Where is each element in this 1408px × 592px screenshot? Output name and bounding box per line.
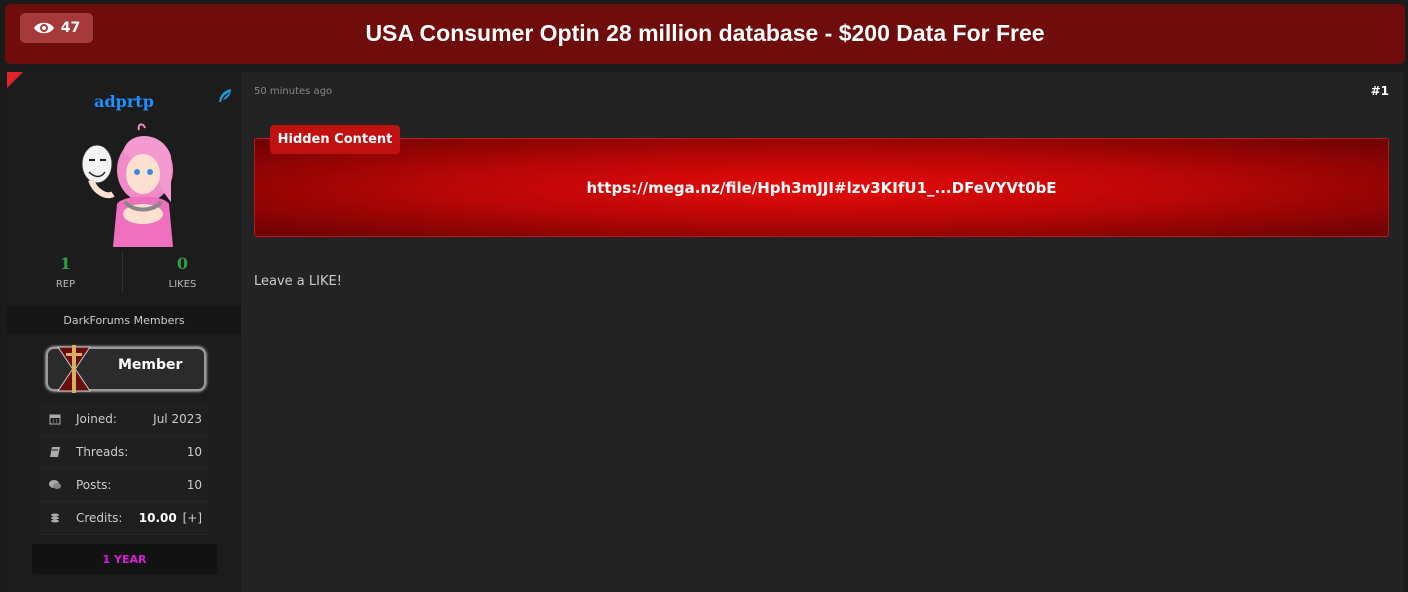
sword-crest-icon [57, 345, 91, 393]
posts-value: 10 [186, 478, 202, 492]
add-credits-button[interactable]: [+] [183, 511, 202, 525]
thread-header: 47 USA Consumer Optin 28 million databas… [5, 4, 1405, 64]
calendar-icon [49, 414, 61, 425]
joined-label: Joined: [76, 412, 117, 426]
info-row-threads: Threads: 10 [40, 436, 208, 469]
thread-title: USA Consumer Optin 28 million database -… [365, 20, 1045, 46]
comments-icon [49, 480, 61, 489]
rep-stat: 1 REP [7, 254, 124, 290]
credits-label: Credits: [76, 511, 123, 525]
credits-value: 10.00 [138, 511, 177, 525]
hidden-content-label: Hidden Content [270, 125, 400, 154]
joined-value: Jul 2023 [153, 412, 202, 426]
rep-value: 1 [59, 254, 72, 273]
info-row-posts: Posts: 10 [40, 469, 208, 502]
stat-divider [122, 252, 123, 292]
likes-label: LIKES [168, 279, 197, 290]
info-row-credits: Credits: 10.00 [+] [40, 502, 208, 535]
badge-label: Member [118, 357, 183, 373]
info-row-joined: Joined: Jul 2023 [40, 403, 208, 436]
posts-label: Posts: [76, 478, 112, 492]
rep-label: REP [55, 279, 76, 290]
post-number-link[interactable]: #1 [1371, 84, 1389, 98]
author-sidebar: adprtp 1 REP 0 LIKES DarkForums Members … [7, 72, 241, 592]
likes-stat: 0 LIKES [124, 254, 241, 290]
hidden-content-box: https://mega.nz/file/Hph3mJJI#lzv3KIfU1_… [254, 138, 1389, 237]
hidden-content-link[interactable]: https://mega.nz/file/Hph3mJJI#lzv3KIfU1_… [255, 179, 1388, 197]
author-username[interactable]: adprtp [7, 92, 241, 111]
likes-value: 0 [176, 254, 189, 273]
user-group: DarkForums Members [7, 306, 241, 334]
feather-icon [219, 89, 231, 102]
avatar[interactable] [67, 122, 187, 247]
book-icon [50, 447, 60, 457]
author-info-table: Joined: Jul 2023 Threads: 10 Posts: 10 C… [40, 403, 208, 535]
member-badge: Member [46, 345, 206, 393]
post-body: Leave a LIKE! [254, 274, 342, 289]
post: adprtp 1 REP 0 LIKES DarkForums Members … [7, 72, 1403, 592]
post-timestamp: 50 minutes ago [254, 86, 333, 97]
threads-value: 10 [186, 445, 202, 459]
coins-icon [51, 513, 59, 523]
threads-label: Threads: [76, 445, 129, 459]
unread-corner-marker [7, 72, 23, 88]
tenure-badge: 1 YEAR [32, 544, 217, 574]
